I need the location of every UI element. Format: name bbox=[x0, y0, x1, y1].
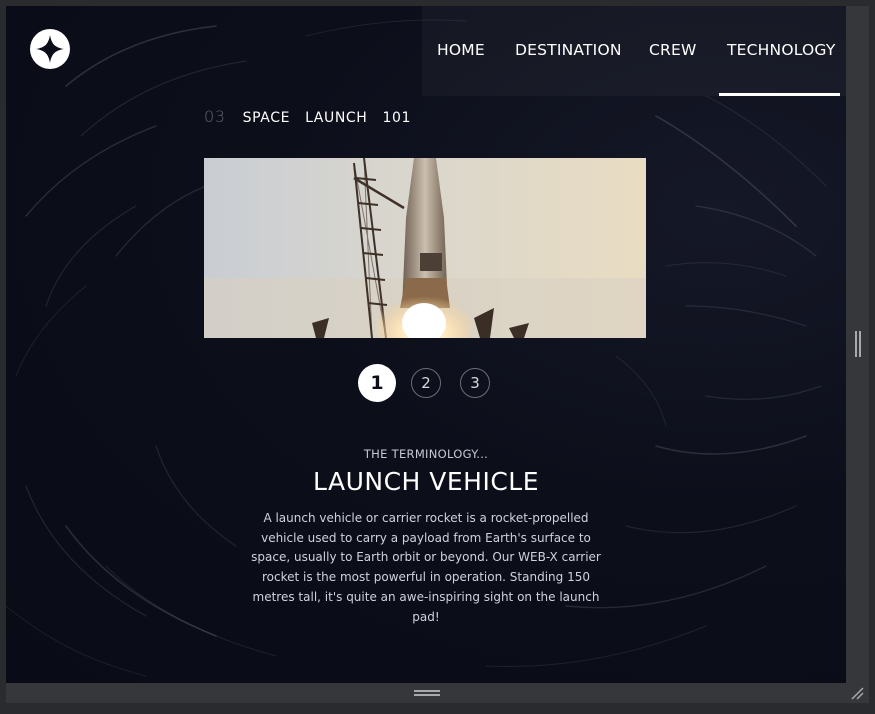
page-heading-word: 101 bbox=[382, 110, 411, 126]
page-heading: 03 SPACE LAUNCH 101 bbox=[204, 107, 421, 126]
nav-crew[interactable]: CREW bbox=[649, 6, 697, 96]
slide-button-1[interactable]: 1 bbox=[358, 364, 396, 402]
nav-destination[interactable]: DESTINATION bbox=[515, 6, 622, 96]
nav-active-indicator bbox=[719, 93, 840, 96]
nav-technology[interactable]: TECHNOLOGY bbox=[727, 6, 836, 96]
launch-vehicle-image bbox=[204, 158, 646, 338]
slide-button-3[interactable]: 3 bbox=[460, 368, 490, 398]
nav-home[interactable]: HOME bbox=[437, 6, 485, 96]
page-heading-word: SPACE bbox=[242, 110, 291, 126]
horizontal-resize-handle-icon[interactable] bbox=[414, 690, 440, 696]
technology-title: LAUNCH VEHICLE bbox=[312, 467, 540, 496]
vertical-resize-handle-icon[interactable] bbox=[855, 331, 861, 357]
page-heading-word: LAUNCH bbox=[305, 110, 368, 126]
star-logo-icon[interactable] bbox=[30, 29, 70, 69]
terminology-subtitle: THE TERMINOLOGY... bbox=[363, 447, 489, 461]
app-frame: HOME DESTINATION CREW TECHNOLOGY 03 SPAC… bbox=[0, 0, 875, 714]
main-navigation: HOME DESTINATION CREW TECHNOLOGY bbox=[422, 6, 846, 96]
resize-corner-icon[interactable] bbox=[850, 686, 864, 700]
technology-description: A launch vehicle or carrier rocket is a … bbox=[251, 511, 601, 624]
page-number: 03 bbox=[204, 107, 226, 126]
page-viewport: HOME DESTINATION CREW TECHNOLOGY 03 SPAC… bbox=[6, 6, 846, 683]
slide-button-2[interactable]: 2 bbox=[411, 368, 441, 398]
